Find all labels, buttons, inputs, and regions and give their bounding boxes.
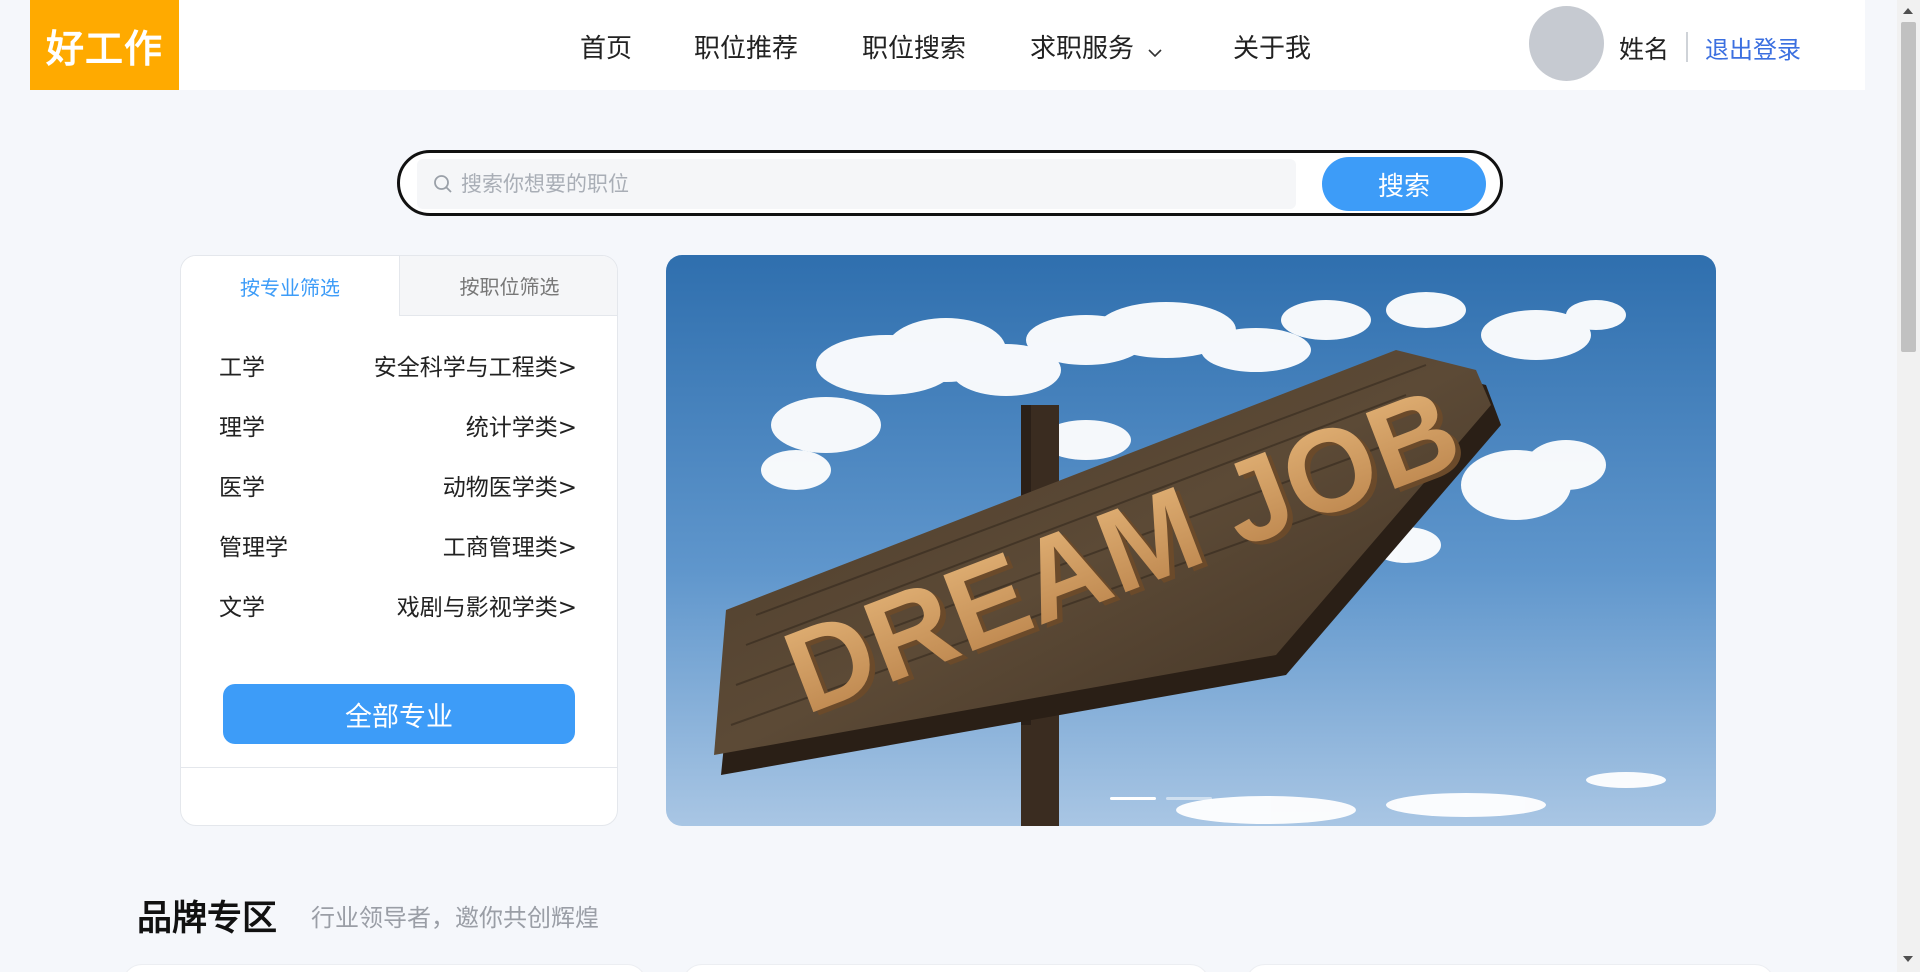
nav-job-services[interactable]: 求职服务 [1030, 28, 1162, 65]
dream-job-sign-image: DREAM JOB DREAM JOB [666, 255, 1716, 826]
major-subcategory-link[interactable]: 戏剧与影视学类> [397, 588, 577, 622]
tab-by-position[interactable]: 按职位筛选 [400, 256, 617, 316]
list-item[interactable]: 工学 安全科学与工程类> [219, 348, 577, 408]
brand-card[interactable] [122, 964, 647, 972]
search-field-wrapper [417, 159, 1296, 209]
scroll-thumb[interactable] [1901, 22, 1916, 352]
panel-divider [181, 767, 617, 768]
brand-card[interactable] [1245, 964, 1775, 972]
major-category: 管理学 [219, 535, 288, 561]
major-subcategory-link[interactable]: 工商管理类> [443, 528, 577, 562]
header-divider [1686, 32, 1688, 62]
major-subcategory-link[interactable]: 统计学类> [466, 408, 577, 442]
hero-banner-carousel[interactable]: DREAM JOB DREAM JOB [666, 255, 1716, 826]
filter-panel: 按专业筛选 按职位筛选 工学 安全科学与工程类> 理学 统计学类> 医学 动物医… [180, 255, 618, 826]
nav-about-me[interactable]: 关于我 [1233, 28, 1311, 65]
avatar[interactable] [1529, 6, 1604, 81]
scroll-up-arrow-icon[interactable] [1903, 8, 1913, 14]
search-icon [433, 174, 453, 198]
list-item[interactable]: 文学 戏剧与影视学类> [219, 588, 577, 648]
list-item[interactable]: 理学 统计学类> [219, 408, 577, 468]
search-input[interactable] [461, 159, 1281, 209]
nav-job-recommend[interactable]: 职位推荐 [694, 28, 798, 65]
list-item[interactable]: 医学 动物医学类> [219, 468, 577, 528]
major-category: 工学 [219, 355, 265, 381]
major-category: 理学 [219, 415, 265, 441]
all-majors-button[interactable]: 全部专业 [223, 684, 575, 744]
logout-link[interactable]: 退出登录 [1705, 30, 1801, 65]
section-title: 品牌专区 [137, 899, 278, 939]
nav-home[interactable]: 首页 [580, 28, 632, 65]
tab-by-major[interactable]: 按专业筛选 [181, 256, 400, 316]
major-subcategory-link[interactable]: 安全科学与工程类> [374, 348, 577, 382]
search-button[interactable]: 搜索 [1322, 157, 1486, 211]
scroll-down-arrow-icon[interactable] [1903, 956, 1913, 962]
chevron-down-icon [1148, 35, 1162, 65]
filter-tabs: 按专业筛选 按职位筛选 [181, 256, 617, 316]
major-list: 工学 安全科学与工程类> 理学 统计学类> 医学 动物医学类> 管理学 工商管理… [219, 348, 577, 648]
carousel-dot-1[interactable] [1110, 797, 1156, 800]
nav-job-services-label: 求职服务 [1030, 34, 1135, 64]
major-category: 文学 [219, 595, 265, 621]
list-item[interactable]: 管理学 工商管理类> [219, 528, 577, 588]
carousel-dot-2[interactable] [1166, 797, 1212, 800]
brand-card[interactable] [682, 964, 1210, 972]
user-name: 姓名 [1619, 35, 1670, 64]
page-scrollbar[interactable] [1897, 0, 1920, 972]
search-bar: 搜索 [397, 150, 1503, 216]
major-category: 医学 [219, 475, 265, 501]
nav-job-search[interactable]: 职位搜索 [862, 28, 966, 65]
section-subtitle: 行业领导者，邀你共创辉煌 [311, 904, 599, 932]
major-subcategory-link[interactable]: 动物医学类> [443, 468, 577, 502]
